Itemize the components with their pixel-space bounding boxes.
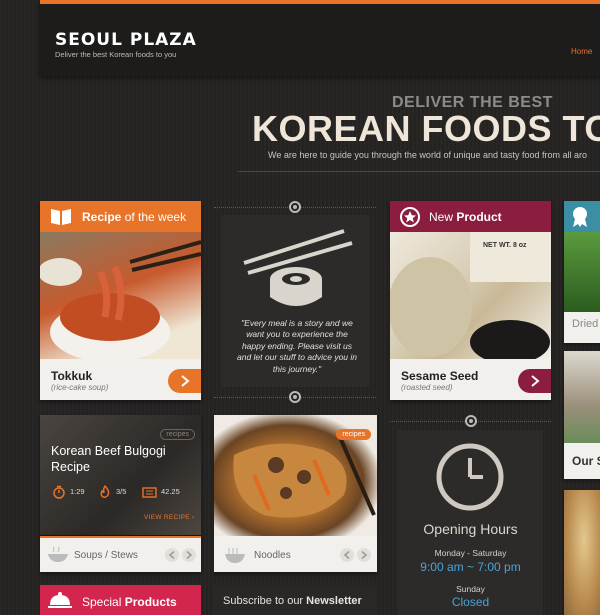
- bulgogi-recipe-card[interactable]: recipes Korean Beef Bulgogi Recipe 1:29 …: [40, 415, 201, 535]
- bowl-icon: [47, 546, 69, 568]
- timer-icon: [52, 485, 66, 504]
- sesame-seed-photo: NET WT. 8 oz: [390, 232, 551, 359]
- prep-time: 1:29: [70, 487, 85, 496]
- divider-badge-icon: [289, 391, 301, 403]
- dried-greens-photo: [564, 232, 600, 312]
- store-photo: [564, 351, 600, 443]
- recipe-of-week-card[interactable]: Recipe of the week Tokkuk (rice-cake sou…: [40, 201, 201, 400]
- divider-badge-icon: [465, 415, 477, 427]
- book-icon: [49, 207, 73, 231]
- teal-card-header: [564, 201, 600, 232]
- weekday-hours: 9:00 am ~ 7:00 pm: [420, 560, 521, 574]
- sunday-label: Sunday: [456, 584, 485, 594]
- special-products-header[interactable]: Special Products: [40, 585, 201, 615]
- quote-text: "Every meal is a story and we want you t…: [236, 318, 358, 374]
- dish-description: (rice-cake soup): [51, 383, 109, 392]
- dish-name-block: Tokkuk (rice-cake soup): [51, 369, 108, 392]
- chevron-left-icon: [169, 551, 175, 559]
- soups-stews-footer: Soups / Stews: [40, 536, 201, 572]
- category-label: Soups / Stews: [74, 550, 138, 561]
- opening-hours-title: Opening Hours: [423, 521, 518, 537]
- difficulty: 3/5: [116, 487, 127, 496]
- recipe-of-week-header: Recipe of the week: [40, 201, 201, 232]
- special-products-title: Special Products: [82, 595, 177, 609]
- new-product-header: New Product: [390, 201, 551, 232]
- prev-button[interactable]: [165, 548, 179, 562]
- store-label: Our S: [572, 454, 600, 468]
- clock-icon: [436, 443, 504, 511]
- product-name-block: Sesame Seed (roasted seed): [401, 369, 478, 392]
- logo[interactable]: SEOUL PLAZA Deliver the best Korean food…: [55, 30, 197, 59]
- chevron-right-icon: [361, 551, 367, 559]
- our-store-card[interactable]: Our S: [564, 351, 600, 479]
- product-description: (roasted seed): [401, 383, 453, 392]
- hero-subtitle: We are here to guide you through the wor…: [268, 150, 588, 160]
- star-badge-icon: [399, 206, 421, 233]
- product-name: Sesame Seed: [401, 369, 479, 383]
- flame-icon: [98, 484, 112, 504]
- next-button[interactable]: [357, 548, 371, 562]
- noodles-recipe-card[interactable]: recipes Noodles: [214, 415, 377, 572]
- dried-label: Dried: [572, 318, 599, 330]
- chevron-right-icon: [186, 551, 192, 559]
- noodle-bowl-icon: [223, 546, 247, 569]
- cost: 42.25: [161, 487, 180, 496]
- cloche-icon: [48, 590, 72, 615]
- dried-product-card[interactable]: Dried: [564, 201, 600, 343]
- dish-name: Tokkuk: [51, 369, 93, 383]
- new-product-card[interactable]: New Product NET WT. 8 oz Sesame Seed (ro…: [390, 201, 551, 400]
- newsletter-header[interactable]: Subscribe to our Newsletter: [214, 585, 377, 615]
- recipe-of-week-title: Recipe of the week: [82, 210, 187, 224]
- bulgogi-title: Korean Beef Bulgogi Recipe: [51, 444, 166, 474]
- chevron-right-icon: [181, 375, 190, 387]
- tokkuk-photo: [40, 232, 201, 359]
- chevron-left-icon: [344, 551, 350, 559]
- hero-headline: KOREAN FOODS TO: [252, 108, 600, 149]
- recipes-tag: recipes: [160, 429, 195, 440]
- divider-badge-icon: [289, 201, 301, 213]
- money-icon: [142, 485, 158, 504]
- ribbon-award-icon: [570, 206, 590, 233]
- category-label: Noodles: [254, 550, 291, 561]
- sushi-chopsticks-icon: [243, 229, 353, 306]
- logo-tagline: Deliver the best Korean foods to you: [55, 50, 177, 59]
- product-label-text: NET WT. 8 oz: [483, 242, 527, 249]
- nav-home-link[interactable]: Home: [571, 47, 592, 56]
- site-header: SEOUL PLAZA Deliver the best Korean food…: [40, 0, 600, 76]
- recipes-tag: recipes: [336, 429, 371, 440]
- new-product-title: New Product: [429, 210, 502, 224]
- weekdays-label: Monday - Saturday: [434, 548, 507, 558]
- hero-divider: [238, 171, 600, 172]
- logo-name: SEOUL PLAZA: [55, 30, 197, 50]
- view-recipe-link[interactable]: VIEW RECIPE ›: [144, 514, 195, 521]
- sunday-status: Closed: [451, 595, 490, 609]
- next-button[interactable]: [182, 548, 196, 562]
- recipe-week-next-button[interactable]: [168, 369, 201, 393]
- prev-button[interactable]: [340, 548, 354, 562]
- newsletter-title: Subscribe to our Newsletter: [223, 595, 362, 607]
- chevron-right-icon: [531, 375, 540, 387]
- bread-photo: [564, 490, 600, 615]
- new-product-next-button[interactable]: [518, 369, 551, 393]
